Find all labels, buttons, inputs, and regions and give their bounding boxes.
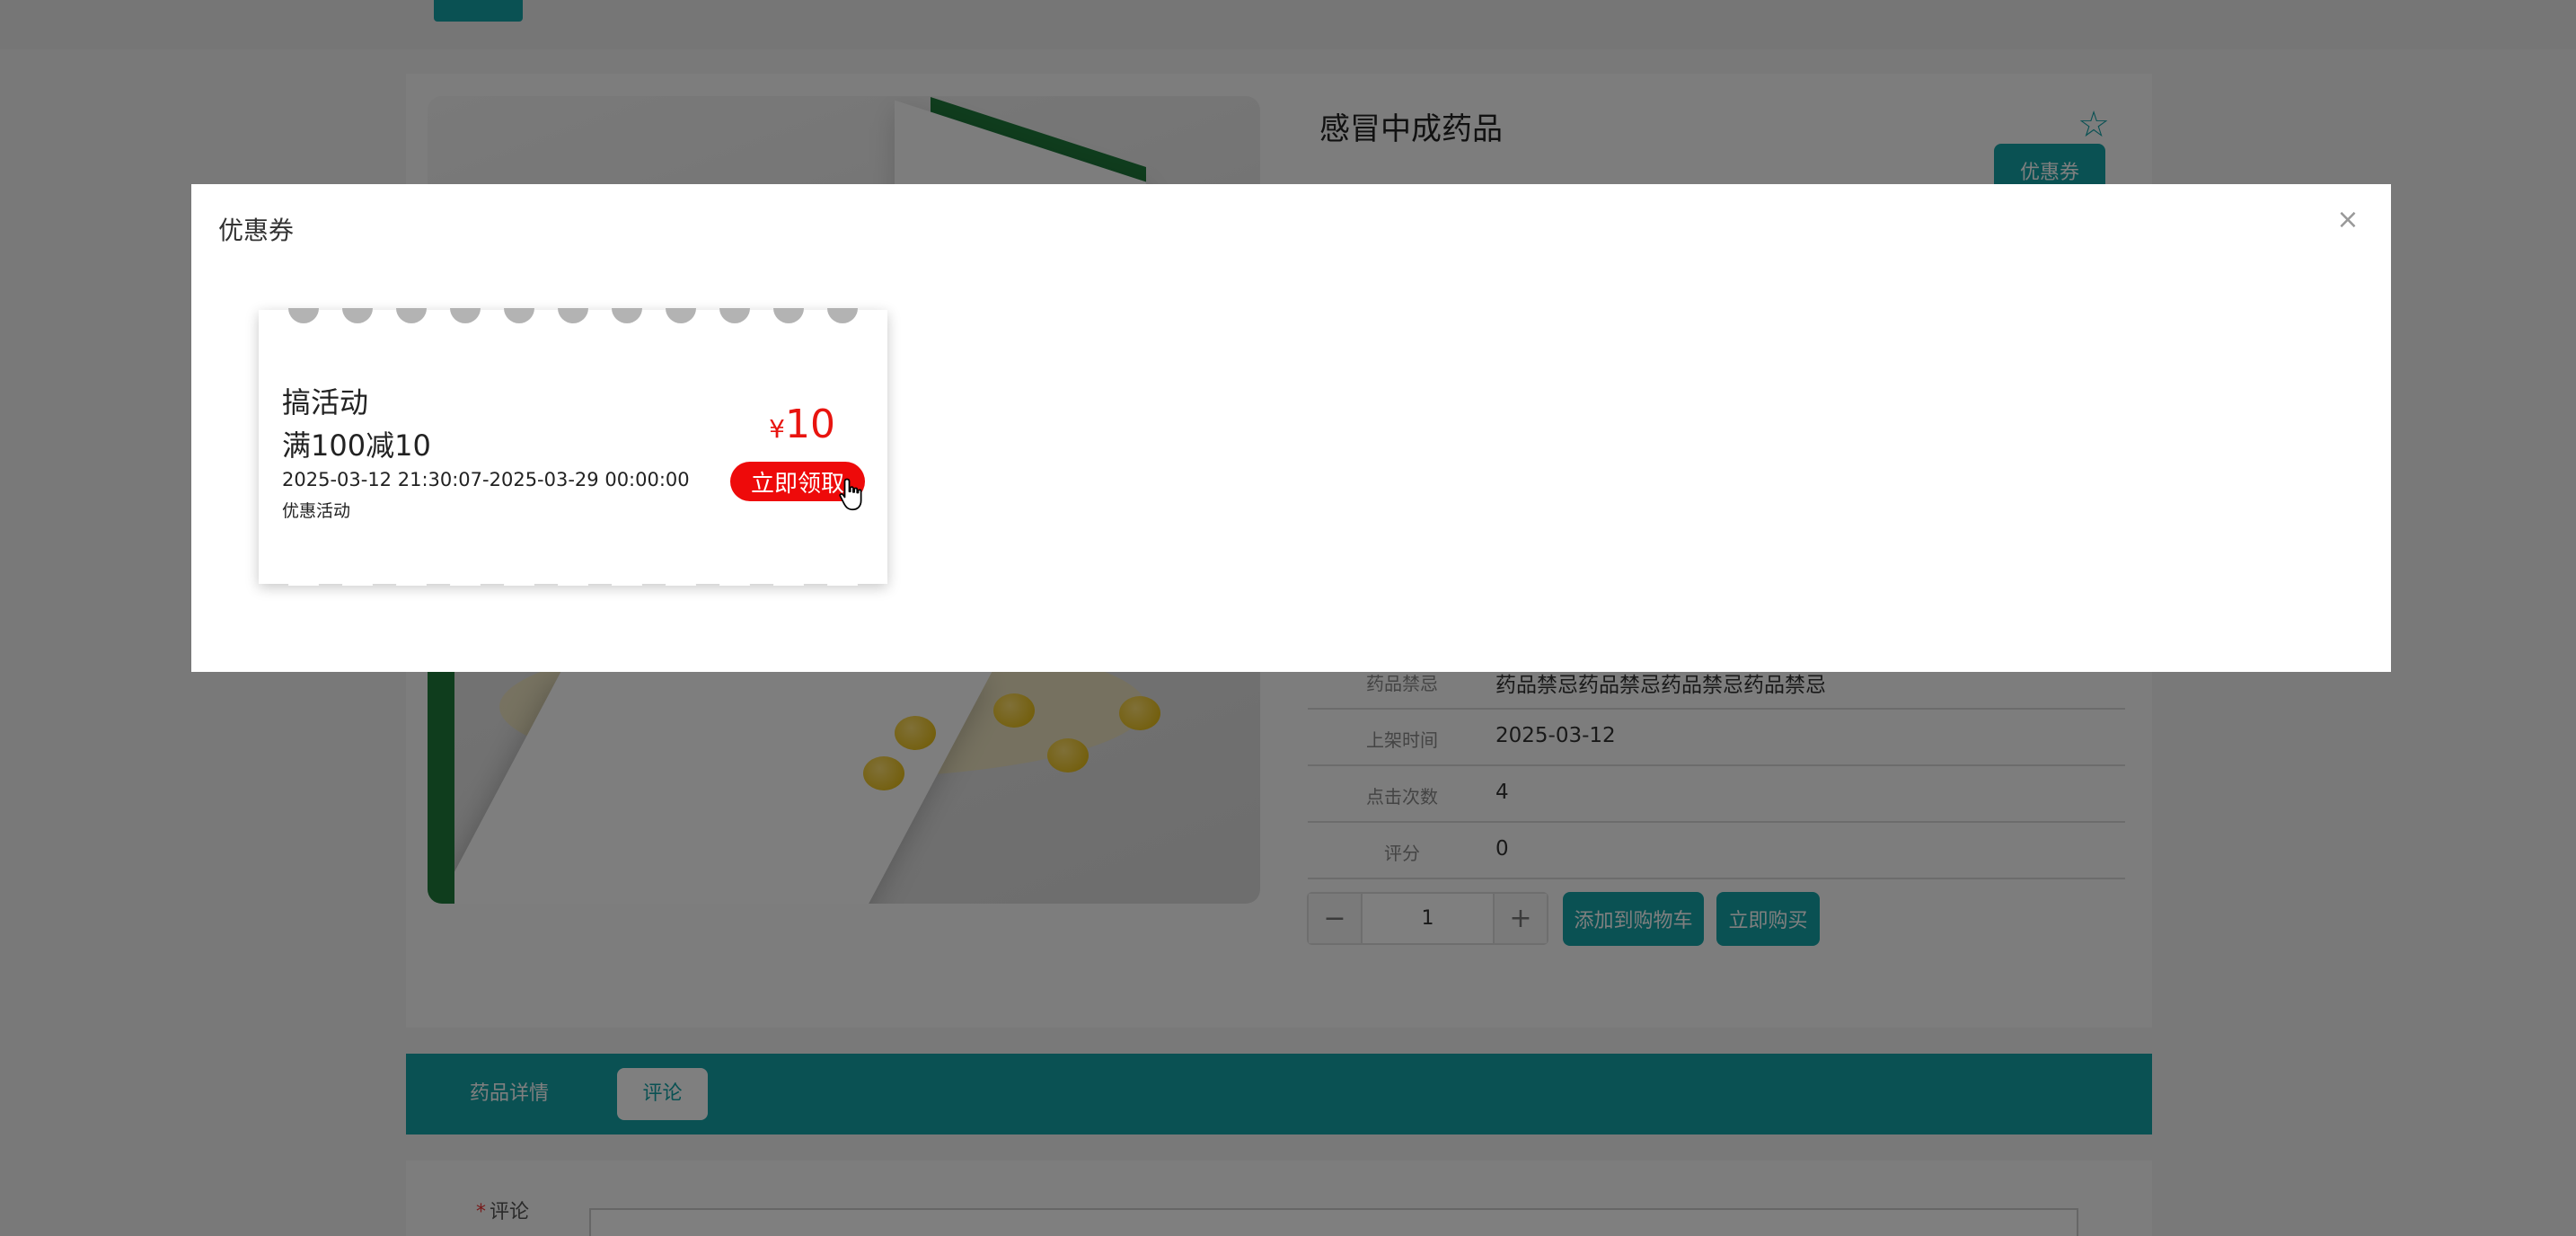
coupon-dialog: 优惠券 × 搞活动 满100减10 2025-03-12 21:30:07-20… bbox=[191, 184, 2391, 672]
coupon-amount: ¥10 bbox=[769, 402, 835, 447]
coupon-name: 搞活动 bbox=[282, 385, 369, 419]
coupon-period: 2025-03-12 21:30:07-2025-03-29 00:00:00 bbox=[282, 469, 690, 490]
hand-cursor-icon bbox=[839, 478, 862, 511]
currency-symbol: ¥ bbox=[769, 414, 785, 444]
coupon-type: 优惠活动 bbox=[282, 501, 351, 521]
dialog-title: 优惠券 bbox=[218, 216, 295, 245]
coupon-card: 搞活动 满100减10 2025-03-12 21:30:07-2025-03-… bbox=[259, 308, 887, 586]
coupon-edge-bottom bbox=[288, 570, 858, 586]
amount-value: 10 bbox=[785, 402, 835, 447]
coupon-edge-top bbox=[288, 308, 858, 323]
close-icon[interactable]: × bbox=[2332, 204, 2364, 236]
coupon-rule: 满100减10 bbox=[282, 428, 431, 463]
